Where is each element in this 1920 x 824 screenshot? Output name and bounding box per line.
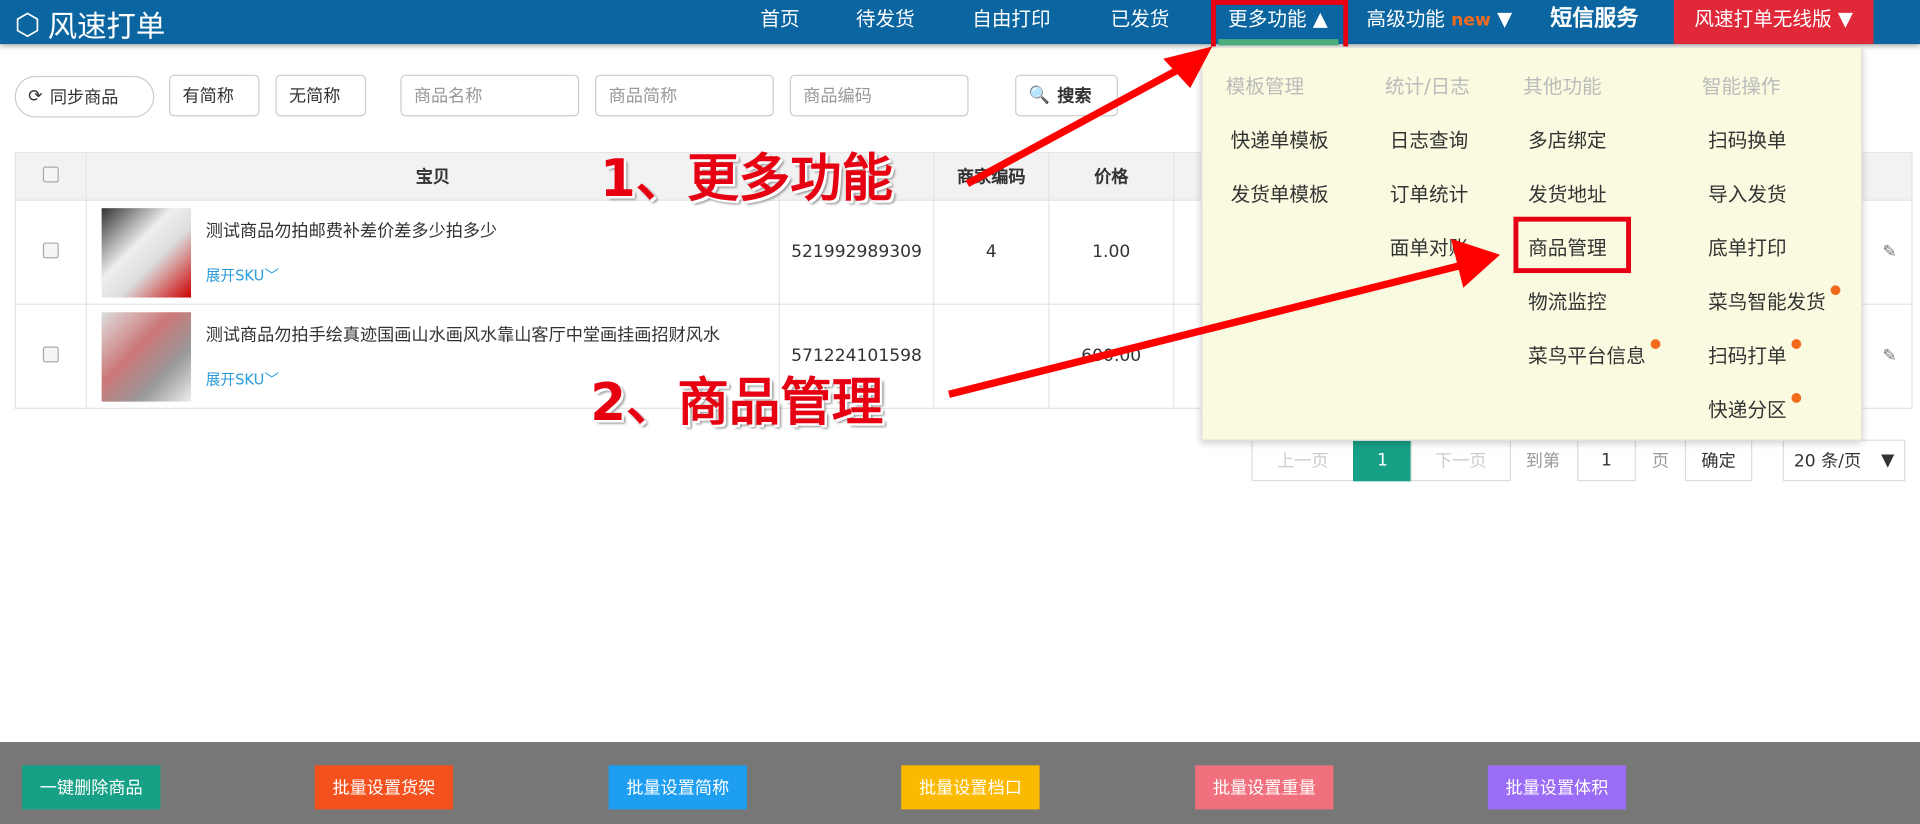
arrow-2 [948, 259, 1471, 398]
batch-stall-button[interactable]: 批量设置档口 [901, 765, 1040, 810]
arrow-1-head [1163, 46, 1213, 89]
annotation-step2: 2、商品管理 [590, 372, 884, 433]
batch-shelf-button[interactable]: 批量设置货架 [314, 765, 454, 810]
arrow-1 [965, 57, 1196, 187]
batch-weight-button[interactable]: 批量设置重量 [1195, 765, 1334, 810]
bottom-action-bar: 一键删除商品 批量设置货架 批量设置简称 批量设置档口 批量设置重量 批量设置体… [0, 742, 1920, 824]
arrow-2-head [1451, 238, 1501, 288]
annotation-arrows [948, 46, 1501, 398]
batch-volume-button[interactable]: 批量设置体积 [1487, 765, 1627, 810]
delete-all-button[interactable]: 一键删除商品 [22, 765, 161, 810]
batch-abbr-button[interactable]: 批量设置简称 [608, 765, 747, 810]
annotation-step1: 1、更多功能 [600, 148, 893, 209]
